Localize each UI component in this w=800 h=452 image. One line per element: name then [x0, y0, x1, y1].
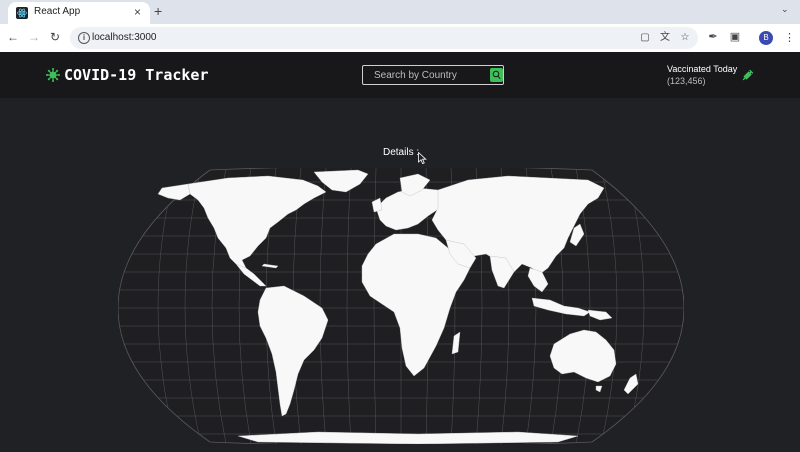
country-search-input[interactable] — [363, 66, 487, 84]
url-text[interactable]: localhost:3000 — [92, 32, 157, 43]
bookmark-star-icon[interactable]: ☆ — [678, 31, 692, 45]
back-icon[interactable]: ← — [5, 29, 21, 45]
tab-close-icon[interactable]: × — [134, 5, 141, 19]
browser-tab[interactable]: React App × — [8, 2, 150, 24]
address-bar[interactable]: i localhost:3000 ▢ 文 ☆ — [70, 27, 698, 49]
country-search — [362, 65, 504, 85]
vaccinated-today-count: (123,456) — [667, 76, 706, 86]
app-title: COVID-19 Tracker — [64, 66, 209, 84]
translate-icon[interactable]: 文 — [658, 31, 672, 45]
forward-icon[interactable]: → — [26, 29, 42, 45]
eyedropper-extension-icon[interactable]: ✒ — [706, 30, 720, 44]
reload-icon[interactable]: ↻ — [47, 29, 63, 45]
mouse-cursor-icon — [418, 152, 427, 165]
syringe-icon — [742, 69, 754, 81]
antarctica[interactable] — [237, 431, 579, 444]
new-tab-button[interactable]: + — [154, 3, 162, 19]
search-icon — [492, 70, 501, 80]
install-app-icon[interactable]: ▢ — [638, 31, 652, 45]
browser-toolbar: ← → ↻ i localhost:3000 ▢ 文 ☆ ✒ ▣ B ⋮ — [0, 24, 800, 52]
vaccinated-today-label: Vaccinated Today — [667, 64, 738, 74]
virus-icon — [46, 68, 60, 82]
browser-menu-icon[interactable]: ⋮ — [784, 32, 795, 44]
world-map[interactable] — [118, 168, 684, 444]
tab-search-chevron-icon[interactable]: ⌄ — [781, 4, 789, 15]
details-label: Details : — [383, 147, 420, 158]
app-header: COVID-19 Tracker Vaccinated Today (123,4… — [0, 52, 800, 98]
tab-title: React App — [34, 6, 81, 17]
search-button[interactable] — [490, 68, 503, 82]
app-root: COVID-19 Tracker Vaccinated Today (123,4… — [0, 52, 800, 452]
profile-avatar[interactable]: B — [759, 31, 773, 45]
react-favicon-icon — [16, 7, 28, 19]
extensions-puzzle-icon[interactable]: ▣ — [728, 30, 742, 44]
browser-tab-bar: React App × + ⌄ — [0, 0, 800, 24]
site-info-icon[interactable]: i — [78, 32, 90, 44]
